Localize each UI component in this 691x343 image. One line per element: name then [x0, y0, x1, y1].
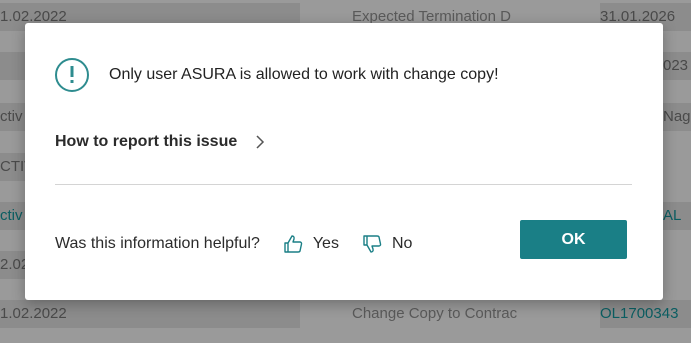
bg-date-text: 1.02.2022 — [0, 305, 67, 322]
error-message: Only user ASURA is allowed to work with … — [109, 66, 499, 83]
bg-date-field: 2.02 — [0, 251, 25, 279]
no-button[interactable]: No — [361, 233, 412, 255]
info-circle-icon — [55, 58, 89, 92]
bg-status-field: CTIV — [0, 153, 25, 181]
report-issue-label: How to report this issue — [55, 133, 238, 150]
thumbs-up-icon — [284, 235, 303, 253]
bg-field-text: 023 — [663, 57, 689, 74]
feedback-question: Was this information helpful? — [55, 235, 260, 252]
bg-field-text: AL — [663, 207, 682, 224]
bg-field: Nag — [663, 103, 691, 131]
chevron-right-icon — [256, 135, 265, 149]
bg-date-text: 2.02 — [0, 256, 25, 273]
bg-status-text: CTIV — [0, 158, 25, 175]
bg-field: 023 — [663, 52, 691, 80]
bg-code-text: OL1700343 — [600, 305, 679, 322]
bg-status-text: ctiv — [0, 207, 23, 224]
bg-status-text: ctiv — [0, 108, 23, 125]
bg-status-field: ctiv — [0, 202, 25, 230]
feedback-row: Was this information helpful? Yes No — [55, 233, 412, 255]
divider — [55, 184, 632, 185]
bg-label-text: Change Copy to Contrac — [352, 305, 518, 322]
bg-field-text: Nag — [663, 108, 691, 125]
thumbs-down-icon — [363, 235, 382, 253]
error-dialog: Only user ASURA is allowed to work with … — [25, 23, 663, 300]
bg-field: AL — [663, 202, 691, 230]
bg-label: Change Copy to Contrac — [352, 300, 592, 328]
bg-status-field: ctiv — [0, 103, 25, 131]
bg-date-field: 1.02.2022 — [0, 300, 300, 328]
yes-label: Yes — [312, 235, 339, 252]
yes-button[interactable]: Yes — [282, 233, 339, 255]
bg-field — [0, 52, 25, 80]
ok-button[interactable]: OK — [520, 220, 627, 259]
bg-code-field: OL1700343 — [600, 300, 691, 328]
no-label: No — [391, 235, 413, 252]
message-row: Only user ASURA is allowed to work with … — [55, 57, 499, 93]
report-issue-link[interactable]: How to report this issue — [55, 133, 269, 151]
